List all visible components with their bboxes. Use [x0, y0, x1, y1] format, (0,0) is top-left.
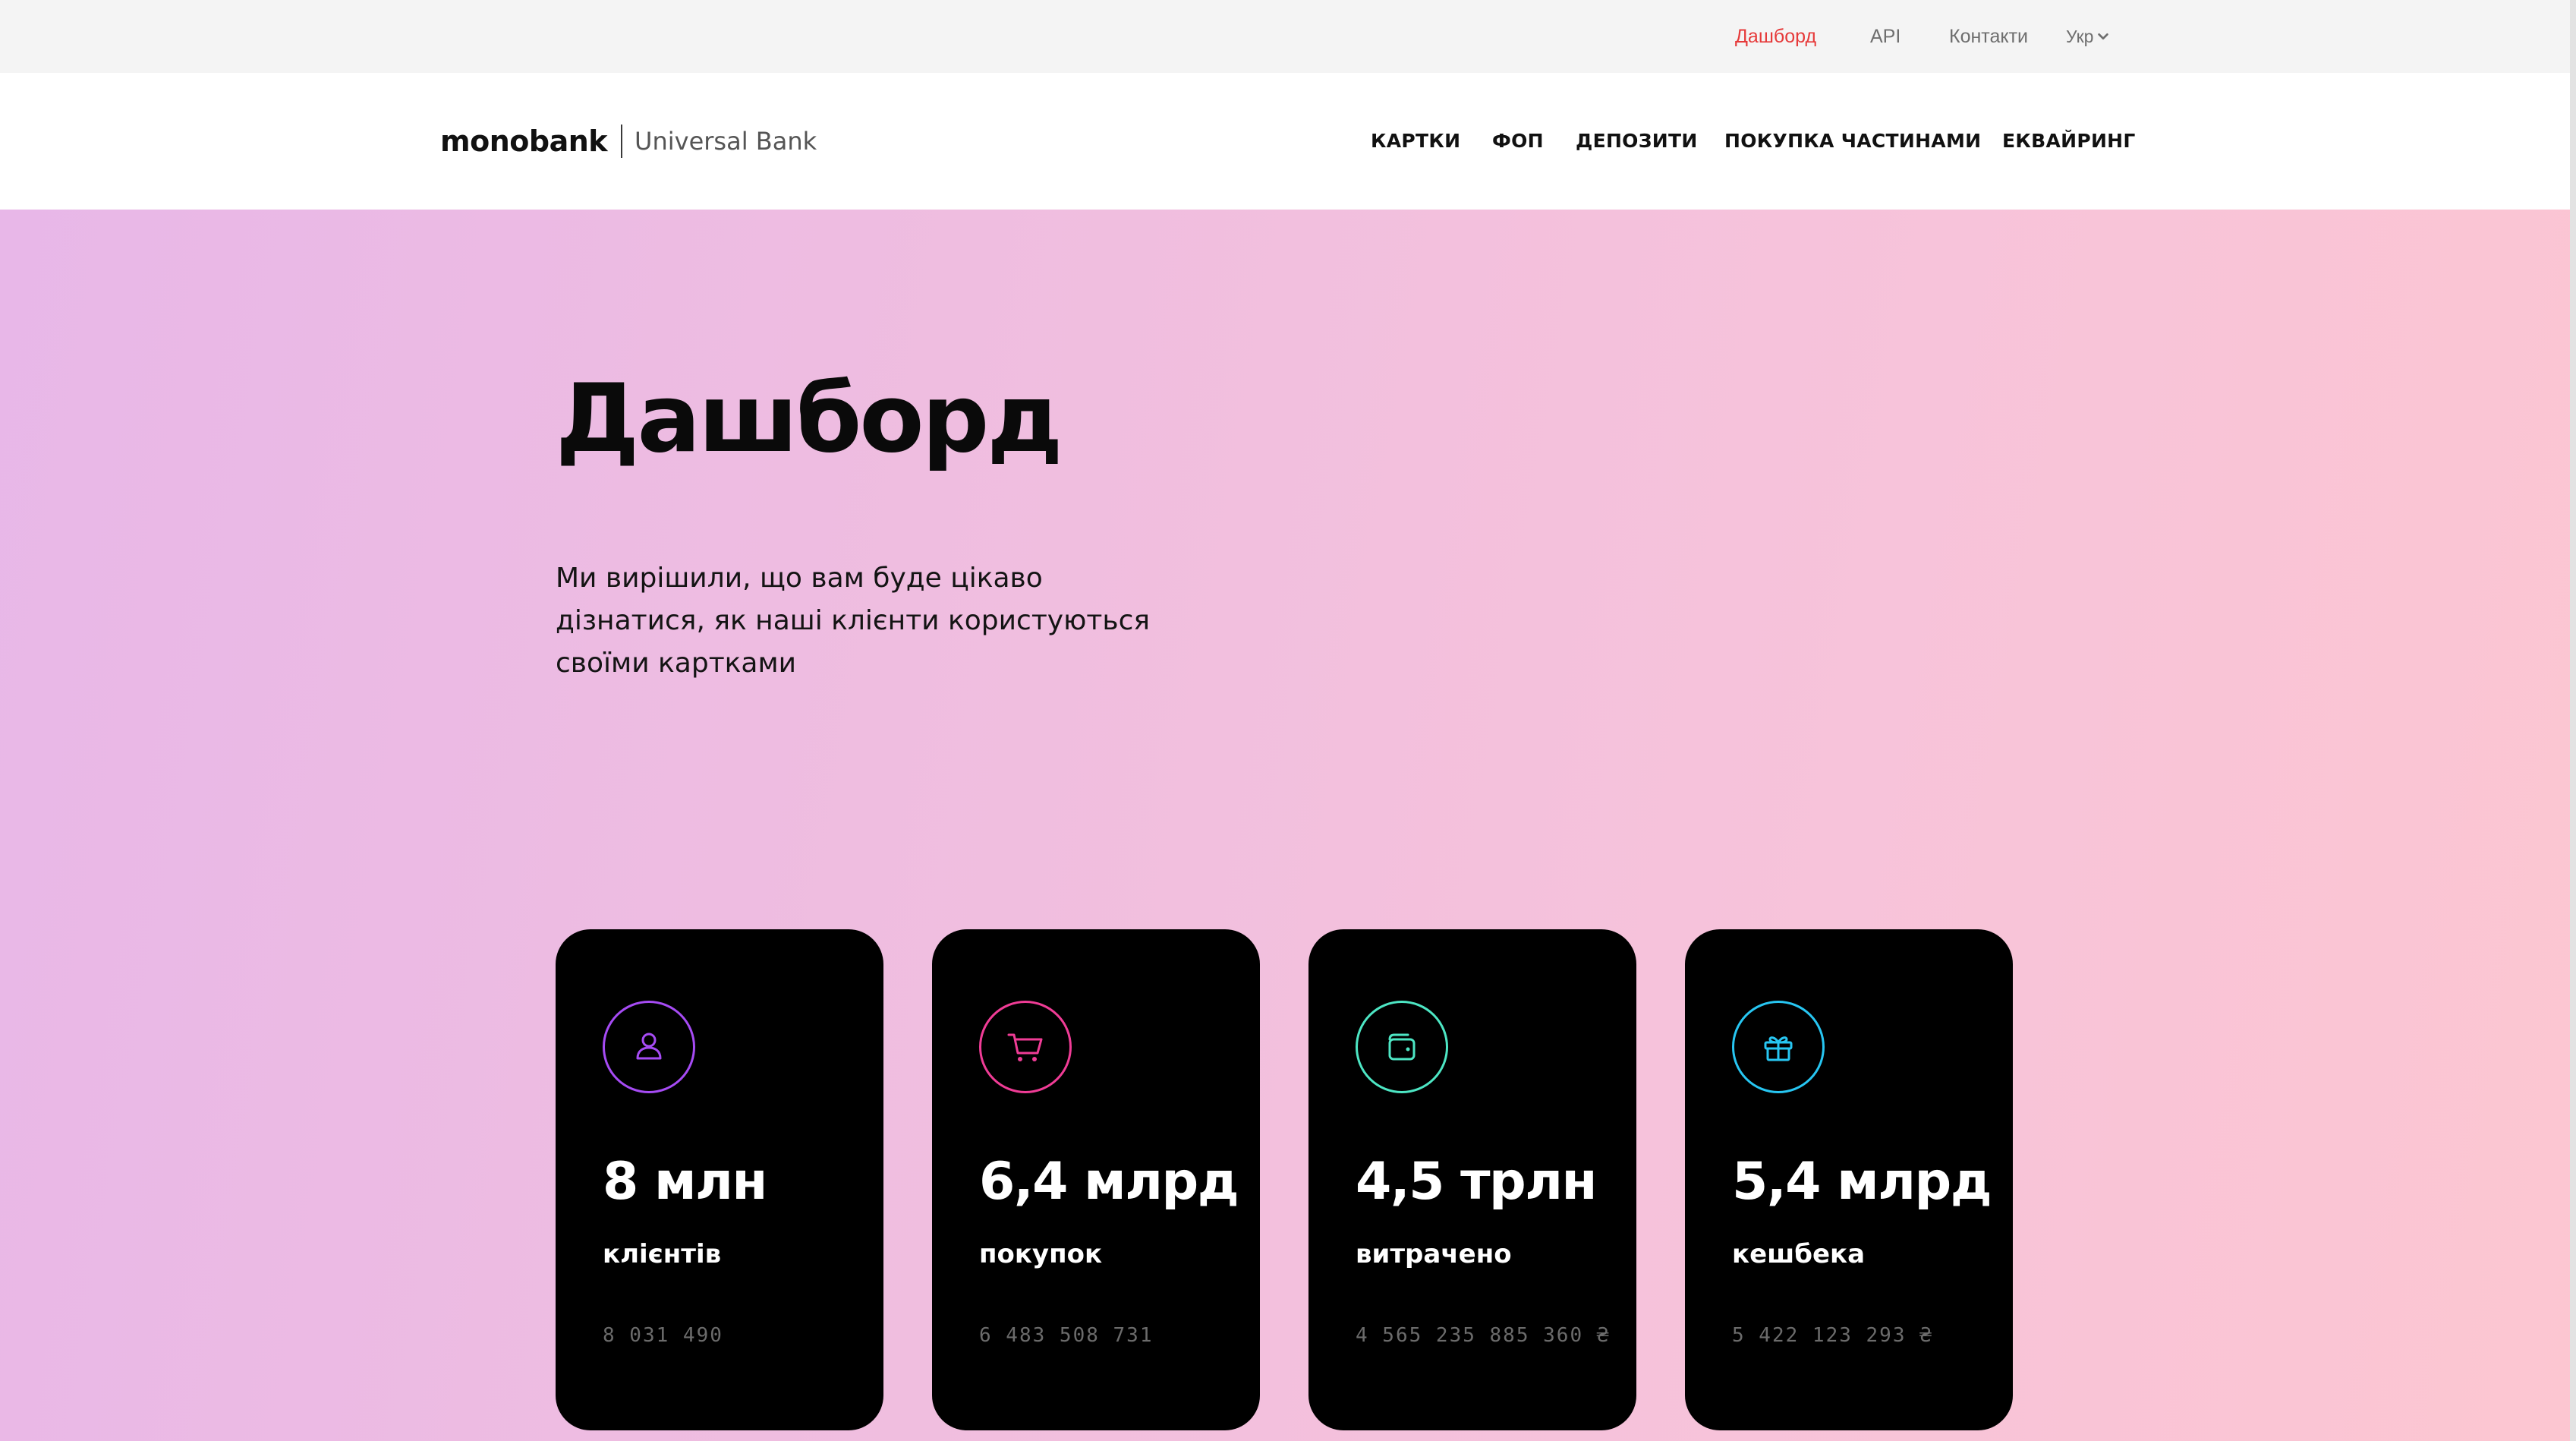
logo-divider — [621, 125, 623, 158]
gift-icon — [1732, 1001, 1825, 1093]
shopping-cart-icon — [979, 1001, 1072, 1093]
nav-cards[interactable]: КАРТКИ — [1371, 128, 1460, 155]
stat-value: 8 млн — [603, 1152, 767, 1212]
logo-brand: monobank — [440, 125, 608, 158]
language-selector[interactable]: Укр — [2066, 23, 2110, 50]
main-header: monobank Universal Bank КАРТКИ ФОП ДЕПОЗ… — [0, 73, 2570, 210]
stat-exact-number: 6 483 508 731 — [979, 1324, 1154, 1347]
nav-acquiring[interactable]: ЕКВАЙРИНГ — [2002, 128, 2136, 155]
wallet-icon — [1356, 1001, 1448, 1093]
nav-fop[interactable]: ФОП — [1492, 128, 1544, 155]
stat-label: клієнтів — [603, 1239, 722, 1269]
stat-exact-number: 4 565 235 885 360 ₴ — [1356, 1324, 1611, 1347]
nav-deposits[interactable]: ДЕПОЗИТИ — [1576, 128, 1698, 155]
hero-section: Дашборд Ми вирішили, що вам буде цікаво … — [0, 210, 2570, 1441]
nav-installments[interactable]: ПОКУПКА ЧАСТИНАМИ — [1724, 128, 1981, 155]
stat-card-cashback: 5,4 млрд кешбека 5 422 123 293 ₴ — [1685, 929, 2013, 1430]
stat-label: кешбека — [1732, 1239, 1866, 1269]
logo[interactable]: monobank Universal Bank — [440, 120, 817, 162]
stat-card-clients: 8 млн клієнтів 8 031 490 — [556, 929, 883, 1430]
stat-value: 4,5 трлн — [1356, 1152, 1598, 1212]
stat-card-spent: 4,5 трлн витрачено 4 565 235 885 360 ₴ — [1308, 929, 1636, 1430]
user-icon — [603, 1001, 695, 1093]
stat-label: покупок — [979, 1239, 1103, 1269]
stat-card-purchases: 6,4 млрд покупок 6 483 508 731 — [932, 929, 1260, 1430]
topbar-link-api[interactable]: API — [1870, 23, 1901, 50]
topbar-link-dashboard[interactable]: Дашборд — [1735, 23, 1816, 50]
stat-value: 6,4 млрд — [979, 1152, 1239, 1212]
stat-value: 5,4 млрд — [1732, 1152, 1992, 1212]
stat-exact-number: 8 031 490 — [603, 1324, 723, 1347]
logo-subtitle: Universal Bank — [635, 127, 817, 156]
stat-exact-number: 5 422 123 293 ₴ — [1732, 1324, 1933, 1347]
page-title: Дашборд — [556, 364, 1063, 474]
page-scrollbar[interactable] — [2570, 0, 2576, 1441]
chevron-down-icon — [2098, 33, 2109, 40]
topbar-link-contacts[interactable]: Контакти — [1949, 23, 2028, 50]
top-utility-bar: Дашборд API Контакти Укр — [0, 0, 2570, 73]
language-label: Укр — [2066, 27, 2094, 46]
page-lead: Ми вирішили, що вам буде цікаво дізнатис… — [556, 563, 1151, 679]
stat-label: витрачено — [1356, 1239, 1512, 1269]
